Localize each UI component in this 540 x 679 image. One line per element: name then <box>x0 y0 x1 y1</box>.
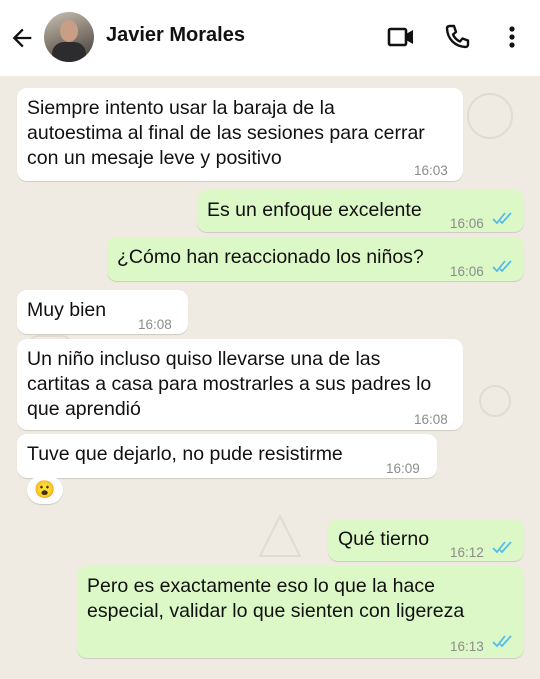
more-options-icon[interactable] <box>497 22 527 52</box>
message-bubble-incoming[interactable]: Siempre intento usar la baraja de la auto… <box>17 88 463 181</box>
message-line: con un mesaje leve y positivo <box>27 147 282 169</box>
message-text: Pero es exactamente eso lo que la hace es… <box>87 574 464 624</box>
message-bubble-outgoing[interactable]: Pero es exactamente eso lo que la hace es… <box>77 566 524 658</box>
message-line: Un niño incluso quiso llevarse una de la… <box>27 348 381 370</box>
message-line: Pero es exactamente eso lo que la hace <box>87 575 435 597</box>
message-text: Qué tierno <box>338 528 430 550</box>
message-bubble-outgoing[interactable]: ¿Cómo han reaccionado los niños? 16:06 <box>107 237 524 281</box>
avatar[interactable] <box>44 12 94 62</box>
message-time: 16:03 <box>414 163 448 178</box>
message-time: 16:06 <box>450 216 484 231</box>
message-line: cartitas a casa para mostrarles a sus pa… <box>27 373 432 395</box>
wallpaper-doodle <box>258 513 302 557</box>
message-bubble-incoming[interactable]: Muy bien 16:08 <box>17 290 188 334</box>
message-text: Tuve que dejarlo, no pude resistirme <box>27 443 343 465</box>
video-call-icon[interactable] <box>386 22 416 52</box>
back-arrow-icon[interactable] <box>8 24 36 52</box>
message-text: Siempre intento usar la baraja de la auto… <box>27 96 425 171</box>
message-time: 16:12 <box>450 545 484 560</box>
read-receipt-icon <box>492 635 512 648</box>
message-time: 16:13 <box>450 639 484 654</box>
message-text: Es un enfoque excelente <box>207 199 422 221</box>
message-time: 16:08 <box>414 412 448 427</box>
phone-icon[interactable] <box>442 22 472 52</box>
message-bubble-outgoing[interactable]: Es un enfoque excelente 16:06 <box>197 190 524 232</box>
message-line: Siempre intento usar la baraja de la <box>27 97 335 119</box>
read-receipt-icon <box>492 212 512 225</box>
message-text: Muy bien <box>27 299 107 321</box>
wallpaper-doodle <box>467 93 513 139</box>
message-bubble-incoming[interactable]: Un niño incluso quiso llevarse una de la… <box>17 339 463 430</box>
message-bubble-outgoing[interactable]: Qué tierno 16:12 <box>328 519 524 561</box>
message-text: Un niño incluso quiso llevarse una de la… <box>27 347 431 422</box>
message-line: que aprendió <box>27 398 141 420</box>
chat-header: Javier Morales <box>0 0 540 76</box>
message-line: especial, validar lo que sienten con lig… <box>87 600 465 622</box>
message-line: autoestima al final de las sesiones para… <box>27 122 425 144</box>
read-receipt-icon <box>492 260 512 273</box>
wallpaper-doodle <box>479 385 511 417</box>
contact-name[interactable]: Javier Morales <box>106 24 245 47</box>
message-reaction[interactable]: 😮 <box>27 476 63 504</box>
message-time: 16:08 <box>138 317 172 332</box>
read-receipt-icon <box>492 541 512 554</box>
message-time: 16:06 <box>450 264 484 279</box>
message-bubble-incoming[interactable]: Tuve que dejarlo, no pude resistirme 16:… <box>17 434 437 478</box>
message-time: 16:09 <box>386 461 420 476</box>
message-text: ¿Cómo han reaccionado los niños? <box>117 246 424 268</box>
